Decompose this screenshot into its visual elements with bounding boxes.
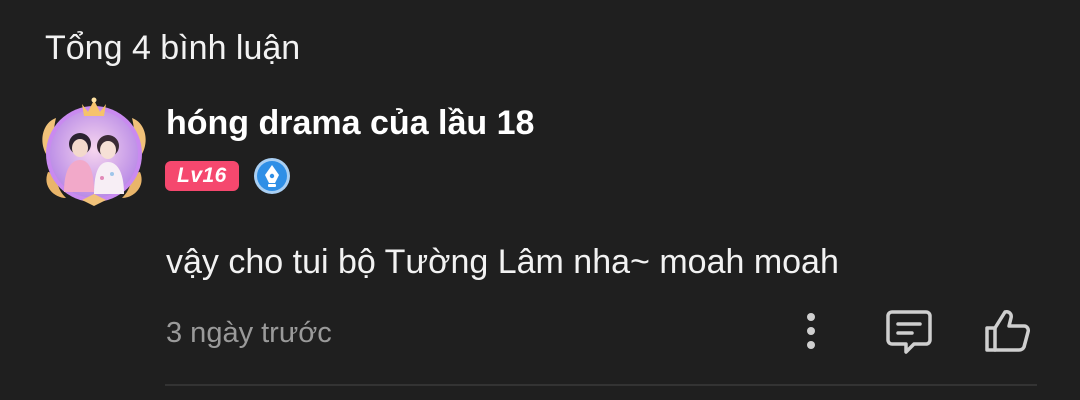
user-badges: Lv16 bbox=[165, 156, 291, 196]
comment-icon[interactable] bbox=[884, 308, 934, 356]
thumbs-up-icon[interactable] bbox=[983, 306, 1033, 356]
more-vertical-icon[interactable] bbox=[796, 310, 826, 352]
comment-divider bbox=[165, 384, 1037, 386]
comment-count-title: Tổng 4 bình luận bbox=[45, 29, 301, 67]
pen-nib-icon bbox=[253, 157, 291, 195]
comment-username[interactable]: hóng drama của lầu 18 bbox=[166, 100, 534, 146]
comment-timestamp: 3 ngày trước bbox=[166, 317, 332, 349]
comment-text: vậy cho tui bộ Tường Lâm nha~ moah moah bbox=[166, 243, 839, 281]
avatar-image bbox=[42, 97, 146, 206]
level-badge: Lv16 bbox=[165, 161, 239, 191]
avatar[interactable] bbox=[36, 94, 152, 210]
